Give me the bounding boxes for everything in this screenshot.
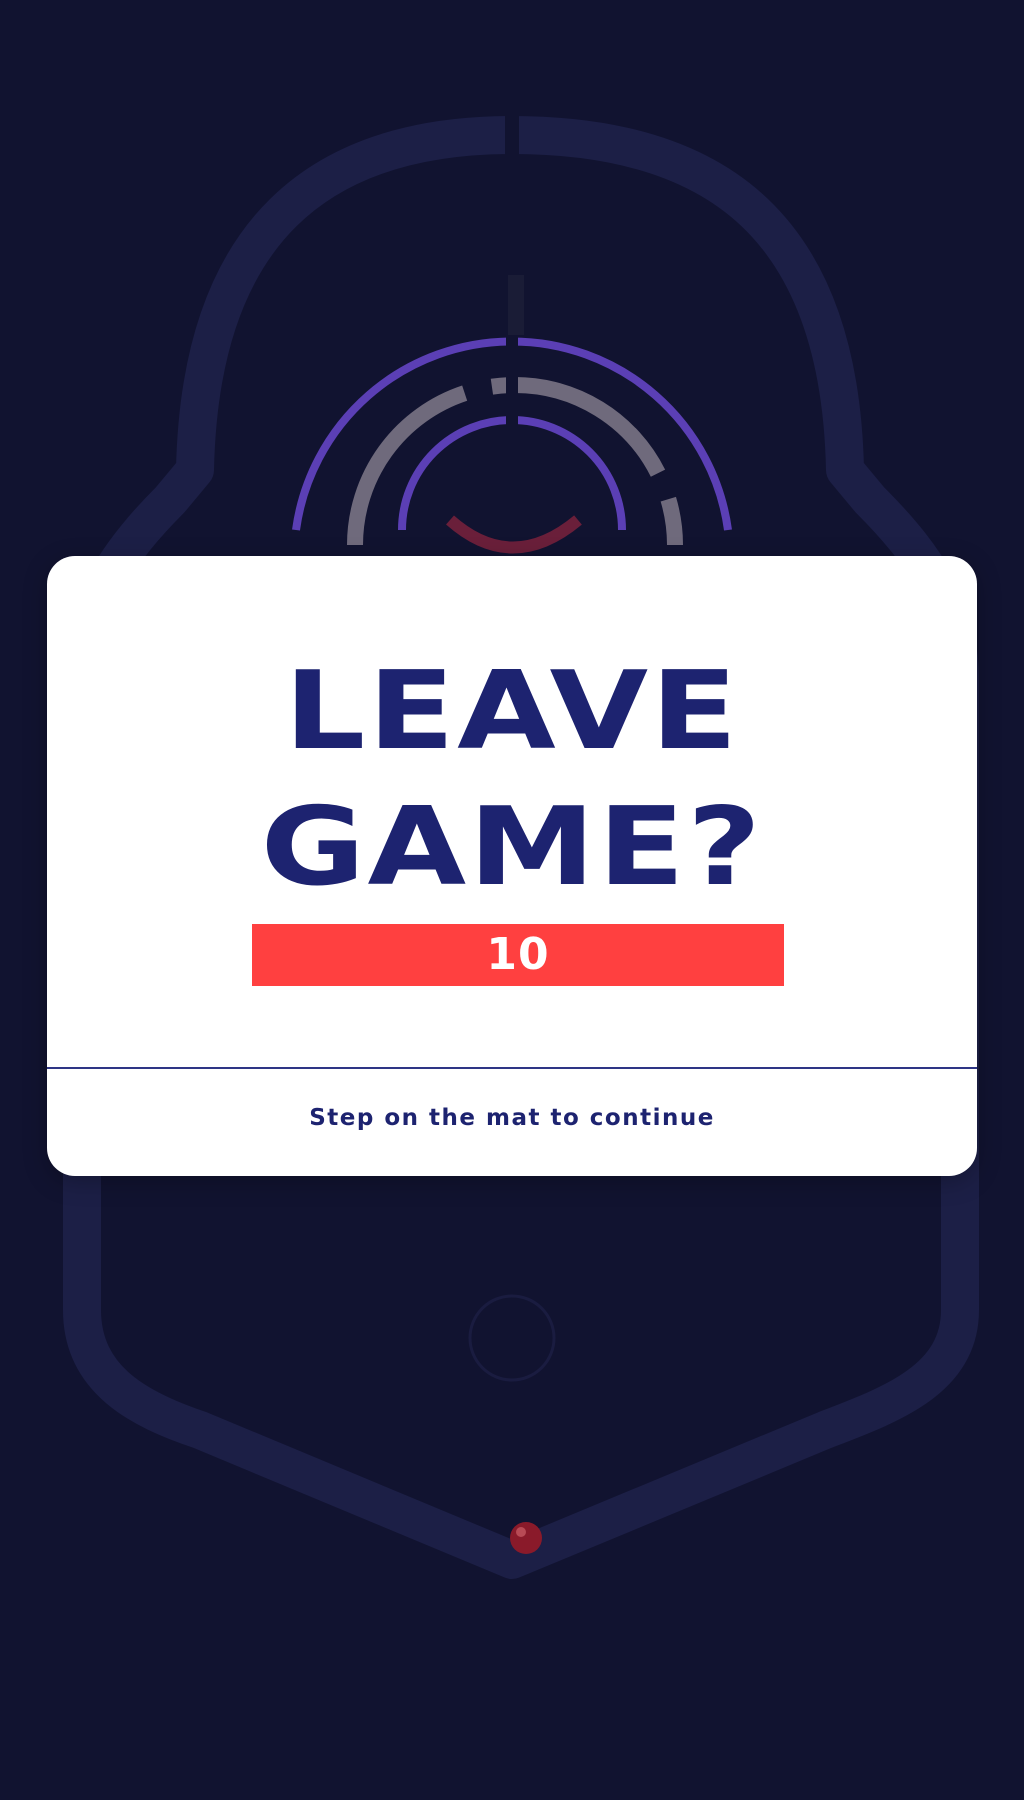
track-gap <box>505 110 519 180</box>
title-line-1: LEAVE <box>284 649 740 774</box>
target-hole <box>468 1294 556 1382</box>
ball-highlight <box>516 1527 526 1537</box>
dialog-body: LEAVE GAME? 10 <box>47 556 977 1067</box>
title-line-2: GAME? <box>260 785 764 910</box>
countdown-badge: 10 <box>252 924 784 986</box>
leave-game-dialog: LEAVE GAME? 10 Step on the mat to contin… <box>47 556 977 1176</box>
dialog-divider <box>47 1067 977 1069</box>
continue-hint: Step on the mat to continue <box>309 1105 715 1131</box>
dialog-title: LEAVE GAME? <box>47 644 977 916</box>
game-screen: LEAVE GAME? 10 Step on the mat to contin… <box>0 0 1024 1800</box>
divider-post <box>508 275 524 335</box>
ball-icon <box>510 1522 542 1554</box>
